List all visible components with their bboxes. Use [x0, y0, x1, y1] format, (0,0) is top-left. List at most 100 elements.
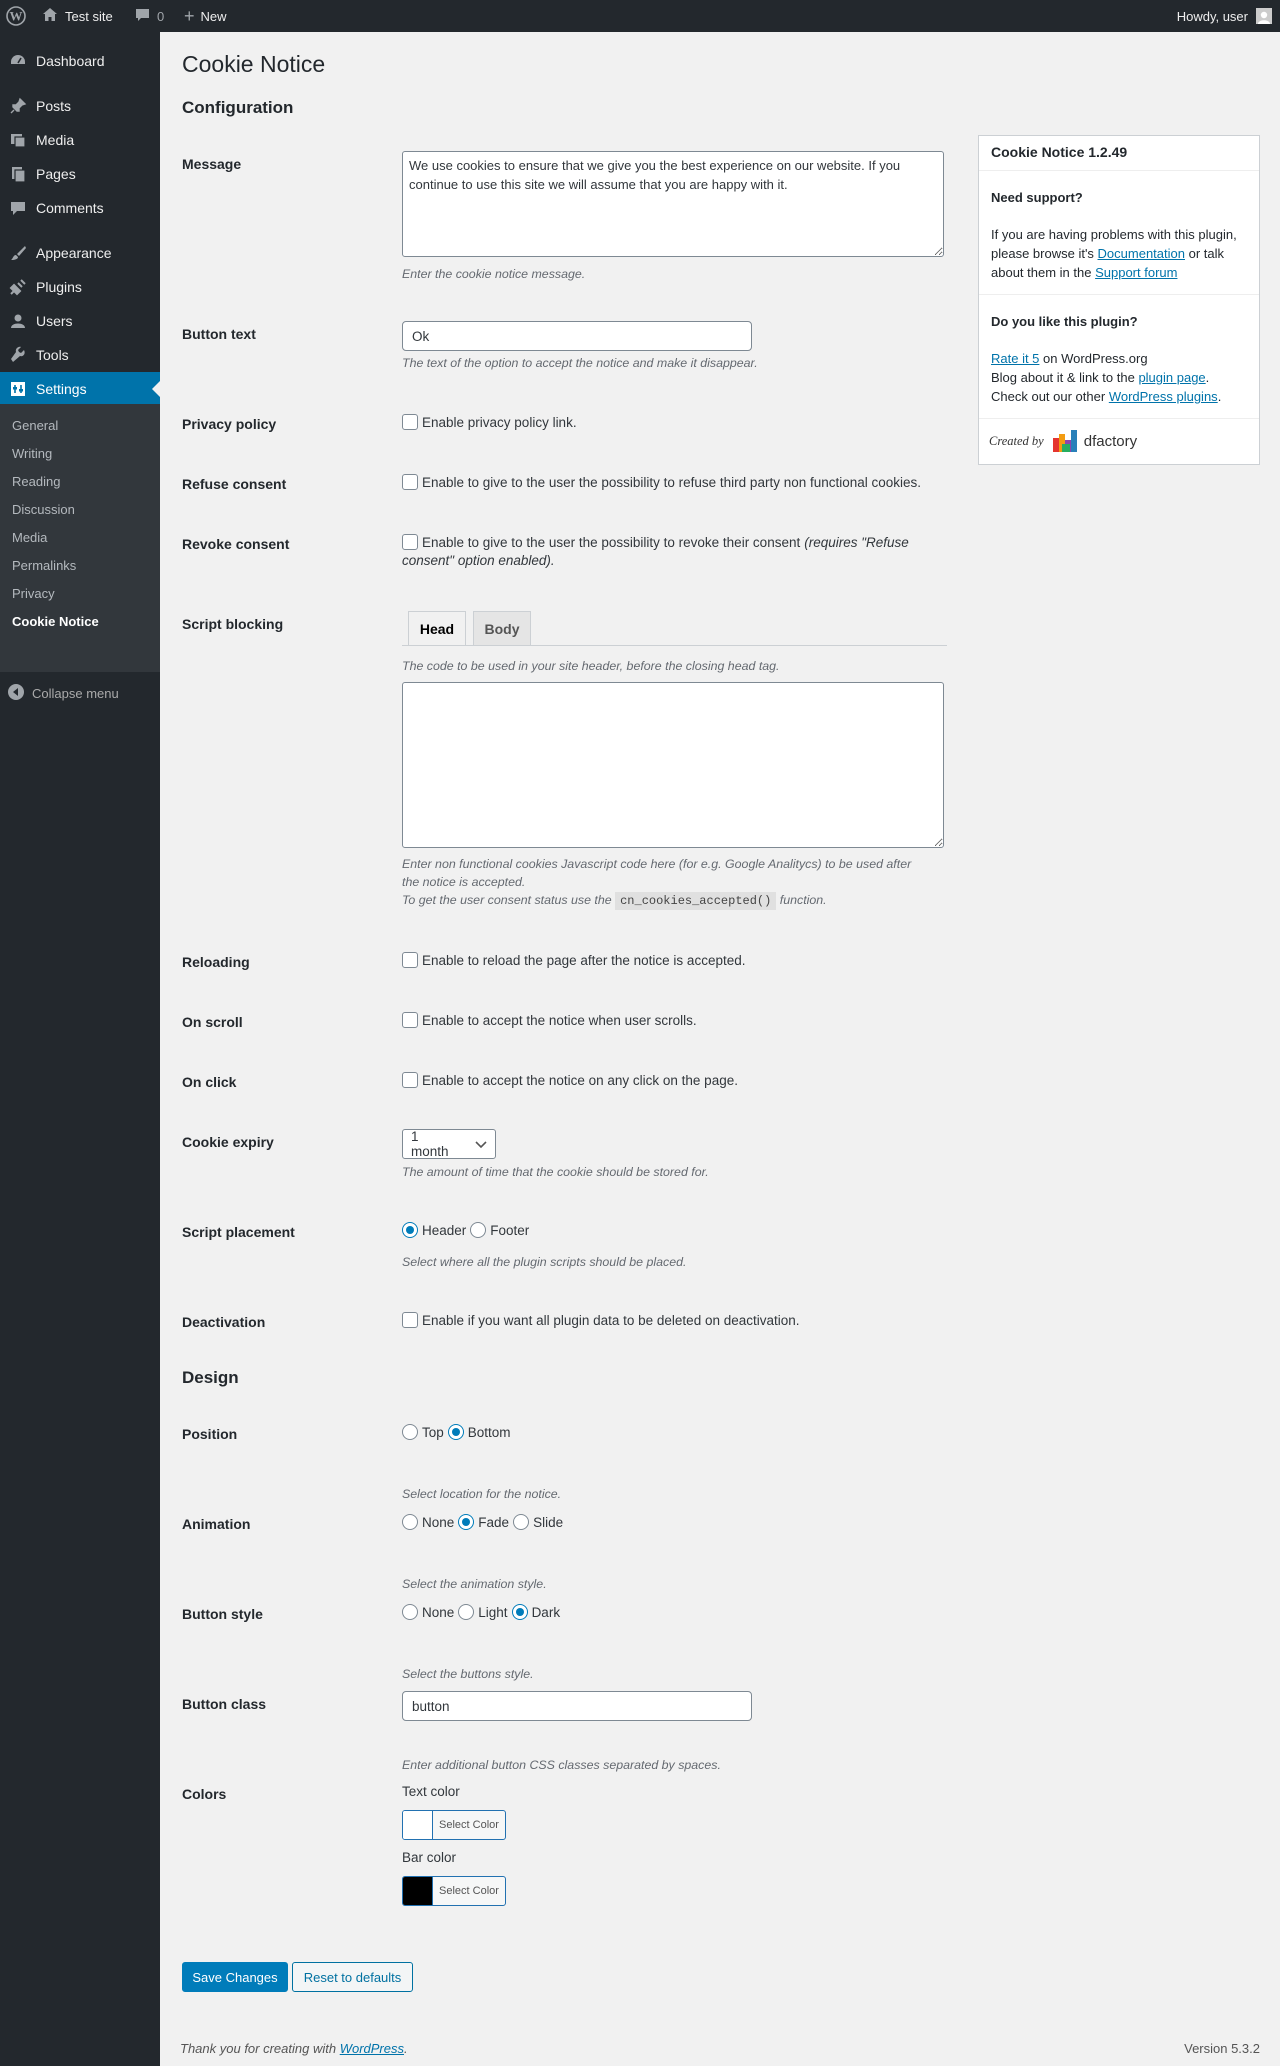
- animation-slide-radio[interactable]: [513, 1514, 530, 1530]
- support-forum-link[interactable]: Support forum: [1095, 265, 1177, 280]
- created-by-text: Created by: [989, 433, 1044, 448]
- sidebar-item-label: Pages: [36, 166, 76, 182]
- button-class-description: Enter additional button CSS classes sepa…: [402, 1758, 721, 1772]
- animation-none-label: None: [422, 1514, 455, 1530]
- refuse-consent-checkbox[interactable]: [402, 474, 418, 490]
- howdy-text: Howdy, user: [1176, 8, 1248, 24]
- sidebar-item-plugins[interactable]: Plugins: [0, 270, 160, 304]
- plugin-icon: [0, 278, 36, 296]
- script-placement-header-radio[interactable]: [402, 1222, 418, 1238]
- deactivation-option-label: Enable if you want all plugin data to be…: [422, 1312, 800, 1328]
- tab-body[interactable]: Body: [473, 611, 531, 645]
- script-placement-description: Select where all the plugin scripts shou…: [402, 1255, 687, 1269]
- sidebar-item-tools[interactable]: Tools: [0, 338, 160, 372]
- tab-head[interactable]: Head: [408, 611, 466, 645]
- submenu-item-discussion[interactable]: Discussion: [12, 502, 75, 517]
- text-color-picker-button[interactable]: Select Color: [402, 1810, 506, 1840]
- divider: [979, 294, 1259, 295]
- submenu-item-permalinks[interactable]: Permalinks: [12, 558, 76, 573]
- submenu-item-privacy[interactable]: Privacy: [12, 586, 55, 601]
- button-style-dark-radio[interactable]: [511, 1604, 528, 1620]
- position-top-radio[interactable]: [402, 1424, 418, 1440]
- sidebar-item-posts[interactable]: Posts: [0, 89, 160, 123]
- animation-none-radio[interactable]: [402, 1514, 418, 1530]
- privacy-policy-label: Privacy policy: [182, 416, 277, 432]
- cookie-expiry-select[interactable]: 1 month: [402, 1129, 496, 1159]
- bar-color-picker-button[interactable]: Select Color: [402, 1876, 506, 1906]
- button-text-input[interactable]: [402, 321, 752, 351]
- plugin-page-link[interactable]: plugin page: [1138, 370, 1205, 385]
- reloading-option[interactable]: Enable to reload the page after the noti…: [402, 952, 745, 968]
- comment-icon: [135, 8, 150, 25]
- on-click-checkbox[interactable]: [402, 1072, 418, 1088]
- position-label: Position: [182, 1426, 238, 1442]
- site-name-link[interactable]: Test site: [42, 0, 113, 32]
- dfactory-logo-icon[interactable]: dfactory: [1052, 428, 1137, 454]
- cookies-accepted-code: cn_cookies_accepted(): [615, 892, 777, 910]
- blog-text: Blog about it & link to the: [991, 370, 1135, 385]
- rate-it-link[interactable]: Rate it 5: [991, 351, 1039, 366]
- on-scroll-option-label: Enable to accept the notice when user sc…: [422, 1012, 697, 1028]
- reloading-checkbox[interactable]: [402, 952, 418, 968]
- on-scroll-option[interactable]: Enable to accept the notice when user sc…: [402, 1012, 697, 1028]
- collapse-menu-button[interactable]: Collapse menu: [8, 684, 119, 703]
- submenu-item-general[interactable]: General: [12, 418, 58, 433]
- revoke-consent-option[interactable]: Enable to give to the user the possibili…: [402, 534, 909, 550]
- submenu-item-media[interactable]: Media: [12, 530, 47, 545]
- sidebar-item-label: Tools: [36, 347, 69, 363]
- animation-fade-label: Fade: [478, 1514, 510, 1530]
- submenu-item-reading[interactable]: Reading: [12, 474, 60, 489]
- submenu-item-writing[interactable]: Writing: [12, 446, 52, 461]
- support-text-3a: about them in the: [991, 265, 1092, 280]
- button-style-light-label: Light: [478, 1604, 508, 1620]
- text-color-swatch: [403, 1811, 433, 1839]
- message-textarea[interactable]: We use cookies to ensure that we give yo…: [402, 151, 944, 257]
- on-scroll-checkbox[interactable]: [402, 1012, 418, 1028]
- on-click-option[interactable]: Enable to accept the notice on any click…: [402, 1072, 738, 1088]
- privacy-policy-option[interactable]: Enable privacy policy link.: [402, 414, 577, 430]
- sidebar-item-dashboard[interactable]: Dashboard: [0, 44, 160, 78]
- wordpress-logo-icon[interactable]: W: [6, 0, 30, 32]
- sidebar-item-comments[interactable]: Comments: [0, 191, 160, 225]
- button-class-input[interactable]: [402, 1691, 752, 1721]
- comments-link[interactable]: 0: [135, 0, 164, 32]
- privacy-policy-checkbox[interactable]: [402, 414, 418, 430]
- wrench-icon: [0, 346, 36, 364]
- save-changes-button[interactable]: Save Changes: [182, 1962, 288, 1992]
- reloading-label: Reloading: [182, 954, 250, 970]
- collapse-label: Collapse menu: [32, 686, 119, 701]
- documentation-link[interactable]: Documentation: [1098, 246, 1185, 261]
- sidebar-item-appearance[interactable]: Appearance: [0, 236, 160, 270]
- admin-bar: W Test site 0 + New Howdy, user: [0, 0, 1280, 32]
- button-style-light-radio[interactable]: [458, 1604, 475, 1620]
- wordpress-link[interactable]: WordPress: [340, 2041, 404, 2056]
- deactivation-checkbox[interactable]: [402, 1312, 418, 1328]
- page-title: Cookie Notice: [182, 51, 326, 77]
- submenu-item-cookie-notice[interactable]: Cookie Notice: [12, 614, 99, 629]
- my-account-link[interactable]: Howdy, user: [1177, 0, 1272, 32]
- revoke-consent-checkbox[interactable]: [402, 534, 418, 550]
- new-content-link[interactable]: + New: [184, 0, 227, 32]
- sidebar-item-pages[interactable]: Pages: [0, 157, 160, 191]
- refuse-consent-option[interactable]: Enable to give to the user the possibili…: [402, 474, 921, 490]
- plus-icon: +: [184, 6, 195, 26]
- need-support-title: Need support?: [991, 190, 1083, 205]
- like-plugin-text: Rate it 5 on WordPress.org Blog about it…: [991, 351, 1222, 404]
- button-style-none-label: None: [422, 1604, 455, 1620]
- sidebar-item-users[interactable]: Users: [0, 304, 160, 338]
- script-placement-footer-radio[interactable]: [470, 1222, 487, 1238]
- revoke-consent-option-label: Enable to give to the user the possibili…: [422, 534, 801, 550]
- script-blocking-description-3-pre: To get the user consent status use the: [402, 893, 612, 907]
- sidebar-item-label: Posts: [36, 98, 72, 114]
- position-bottom-radio[interactable]: [447, 1424, 464, 1440]
- button-text-description: The text of the option to accept the not…: [402, 356, 758, 370]
- sidebar-item-media[interactable]: Media: [0, 123, 160, 157]
- button-style-none-radio[interactable]: [402, 1604, 418, 1620]
- reset-to-defaults-button[interactable]: Reset to defaults: [292, 1962, 413, 1992]
- wordpress-plugins-link[interactable]: WordPress plugins: [1109, 389, 1218, 404]
- chevron-down-icon: [475, 1137, 487, 1152]
- sidebar-item-settings[interactable]: Settings: [0, 372, 160, 406]
- animation-fade-radio[interactable]: [458, 1514, 475, 1530]
- head-scripts-textarea[interactable]: [402, 682, 944, 848]
- deactivation-option[interactable]: Enable if you want all plugin data to be…: [402, 1312, 800, 1328]
